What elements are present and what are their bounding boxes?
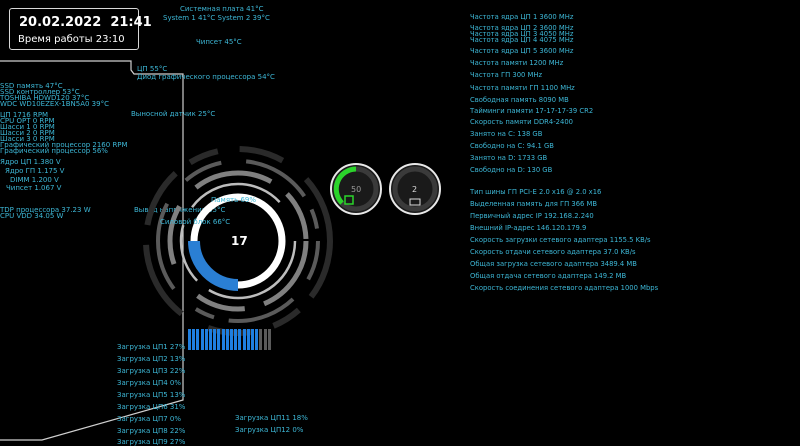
list-item: Тайминги памяти 17-17-17-39 CR2 xyxy=(470,107,594,115)
list-item: Общая загрузка сетевого адаптера 3489.4 … xyxy=(470,260,637,268)
load-bar xyxy=(200,329,204,350)
gauge2-value: 2 xyxy=(412,185,418,194)
list-item: Общая отдача сетевого адаптера 149.2 MB xyxy=(470,272,627,280)
list-item: Загрузка ЦП8 22% xyxy=(117,427,186,435)
list-item: Частота ядра ЦП 1 3600 MHz xyxy=(470,13,574,21)
load-bar xyxy=(188,329,191,350)
gauge1-value: 50 xyxy=(351,185,362,194)
list-item: Частота памяти 1200 MHz xyxy=(470,59,564,67)
load-bar xyxy=(267,329,271,350)
list-item: Свободно на C: 94.1 GB xyxy=(470,142,554,150)
load-bar xyxy=(242,329,246,350)
list-item: Частота ядра ЦП 5 3600 MHz xyxy=(470,47,574,55)
load-bar xyxy=(246,329,250,350)
load-bar xyxy=(238,329,242,350)
list-item: Загрузка ЦП4 0% xyxy=(117,379,181,387)
list-item: Скорость загрузки сетевого адаптера 1155… xyxy=(470,236,651,244)
list-item: Выделенная память для ГП 366 MB xyxy=(470,200,598,208)
list-item: Загрузка ЦП7 0% xyxy=(117,415,181,423)
list-item: Загрузка ЦП12 0% xyxy=(235,426,304,434)
list-item: Загрузка ЦП11 18% xyxy=(235,414,308,422)
list-item: Свободно на D: 130 GB xyxy=(470,166,553,174)
load-bar xyxy=(259,329,263,350)
list-item: Загрузка ЦП5 13% xyxy=(117,391,186,399)
load-bar xyxy=(221,329,225,350)
list-item: Частота памяти ГП 1100 MHz xyxy=(470,84,575,92)
list-item: Частота ГП 300 MHz xyxy=(470,71,543,79)
load-bar xyxy=(234,329,238,350)
load-bar xyxy=(192,329,196,350)
list-item: Загрузка ЦП3 22% xyxy=(117,367,186,375)
list-item: Загрузка ЦП9 27% xyxy=(117,438,186,446)
list-item: Первичный адрес IP 192.168.2.240 xyxy=(470,212,594,220)
list-item: Занято на C: 138 GB xyxy=(470,130,543,138)
load-bar xyxy=(251,329,254,350)
load-bar xyxy=(209,329,212,350)
list-item: Скорость соединения сетевого адаптера 10… xyxy=(470,284,659,292)
list-item: Занято на D: 1733 GB xyxy=(470,154,548,162)
load-bar xyxy=(196,329,200,350)
list-item: Свободная память 8090 MB xyxy=(470,96,569,104)
load-bar xyxy=(263,329,267,350)
list-item: Загрузка ЦП1 27% xyxy=(117,343,186,351)
load-bar xyxy=(217,329,221,350)
list-item: Загрузка ЦП2 13% xyxy=(117,355,186,363)
list-item: Тип шины ГП PCI-E 2.0 x16 @ 2.0 x16 xyxy=(470,188,602,196)
list-item: Частота ядра ЦП 4 4075 MHz xyxy=(470,36,574,44)
gauge-graphics xyxy=(330,163,441,215)
list-item: Внешний IP-адрес 146.120.179.9 xyxy=(470,224,587,232)
load-bar xyxy=(213,329,217,350)
list-item: Загрузка ЦП6 31% xyxy=(117,403,186,411)
load-bar xyxy=(204,329,208,350)
load-bar xyxy=(255,329,259,350)
load-bar xyxy=(225,329,229,350)
list-item: Скорость памяти DDR4-2400 xyxy=(470,118,573,126)
list-item: Скорость отдачи сетевого адаптера 37.0 K… xyxy=(470,248,636,256)
load-bar xyxy=(230,329,233,350)
